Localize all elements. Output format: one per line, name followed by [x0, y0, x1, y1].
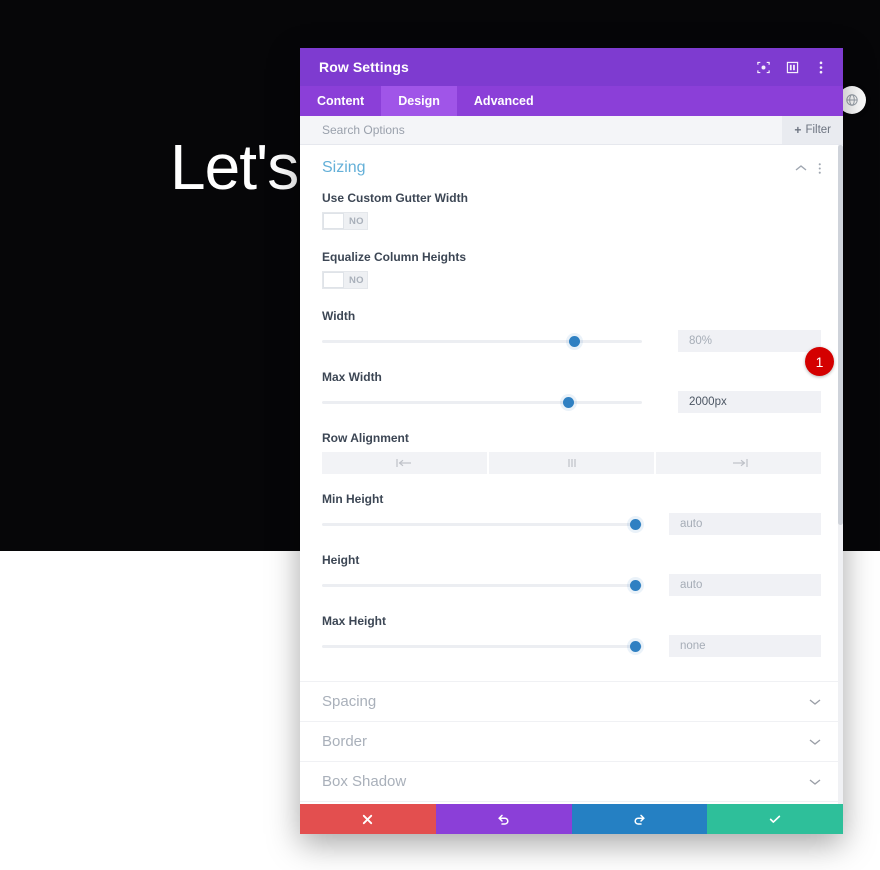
chevron-down-icon[interactable]	[809, 738, 821, 746]
field-height: Height auto	[322, 553, 821, 596]
section-box-shadow-label: Box Shadow	[322, 773, 407, 790]
slider-max-width[interactable]	[322, 396, 642, 408]
section-menu-vertical-dots-icon[interactable]	[818, 162, 822, 175]
field-min-height: Min Height auto	[322, 492, 821, 535]
align-center-icon[interactable]	[489, 452, 654, 474]
label-height: Height	[322, 553, 360, 567]
slider-rail	[322, 583, 642, 587]
label-max-height: Max Height	[322, 614, 387, 628]
value-max-height[interactable]: none	[669, 635, 821, 657]
field-width: Width 80%	[322, 309, 821, 352]
tab-design[interactable]: Design	[381, 86, 457, 116]
dialog-title: Row Settings	[319, 59, 409, 75]
align-right-icon[interactable]	[656, 452, 821, 474]
slider-rail	[322, 644, 642, 648]
section-spacing[interactable]: Spacing	[300, 681, 843, 721]
value-max-width[interactable]: 2000px	[678, 391, 821, 413]
dialog-header: Row Settings	[300, 48, 843, 86]
vertical-dots-icon[interactable]	[813, 59, 829, 75]
slider-rail	[322, 522, 642, 526]
chevron-down-icon[interactable]	[809, 698, 821, 706]
row-settings-dialog: Row Settings Content Design Advanced Sea…	[300, 48, 843, 834]
toggle-knob	[323, 213, 344, 229]
slider-height[interactable]	[322, 579, 642, 591]
slider-rail	[322, 339, 642, 343]
plus-icon: +	[794, 123, 802, 137]
hero-heading: Let's	[170, 131, 299, 203]
section-spacing-label: Spacing	[322, 693, 377, 710]
dialog-footer	[300, 804, 843, 834]
field-max-height: Max Height none	[322, 614, 821, 657]
value-width[interactable]: 80%	[678, 330, 821, 352]
section-border-label: Border	[322, 733, 368, 750]
dialog-body: Sizing Use Custom Gutter Width NO Equali…	[300, 145, 843, 804]
toggle-state-label: NO	[349, 274, 364, 286]
field-equalize-column-heights: Equalize Column Heights NO	[322, 250, 821, 293]
toggle-use-custom-gutter-width[interactable]: NO	[322, 212, 368, 230]
section-sizing-header[interactable]: Sizing	[322, 145, 821, 191]
label-use-custom-gutter-width: Use Custom Gutter Width	[322, 191, 468, 205]
toggle-equalize-column-heights[interactable]: NO	[322, 271, 368, 289]
panel-layout-icon[interactable]	[784, 59, 800, 75]
label-row-alignment: Row Alignment	[322, 431, 409, 445]
slider-handle[interactable]	[630, 579, 642, 591]
toggle-state-label: NO	[349, 215, 364, 227]
value-min-height[interactable]: auto	[669, 513, 821, 535]
dialog-header-actions	[755, 59, 829, 75]
label-width: Width	[322, 309, 356, 323]
section-filters[interactable]: Filters	[300, 801, 843, 804]
label-min-height: Min Height	[322, 492, 384, 506]
slider-handle[interactable]	[630, 640, 642, 652]
section-sizing: Sizing Use Custom Gutter Width NO Equali…	[300, 145, 843, 657]
filter-button[interactable]: + Filter	[782, 116, 843, 144]
chevron-down-icon[interactable]	[809, 778, 821, 786]
tab-advanced[interactable]: Advanced	[457, 86, 551, 116]
field-max-width: Max Width 2000px	[322, 370, 821, 413]
scrollbar-thumb[interactable]	[838, 145, 843, 525]
undo-button[interactable]	[435, 804, 572, 834]
redo-button[interactable]	[571, 804, 708, 834]
field-row-alignment: Row Alignment	[322, 431, 821, 474]
slider-handle[interactable]	[630, 518, 642, 530]
filter-label: Filter	[805, 124, 831, 136]
label-equalize-column-heights: Equalize Column Heights	[322, 250, 467, 264]
save-button[interactable]	[707, 804, 843, 834]
slider-rail	[322, 400, 642, 404]
scrollbar-track[interactable]	[838, 145, 843, 804]
chevron-up-icon[interactable]	[795, 164, 807, 172]
value-height[interactable]: auto	[669, 574, 821, 596]
annotation-badge: 1	[805, 347, 834, 376]
toggle-knob	[323, 272, 344, 288]
slider-width[interactable]	[322, 335, 642, 347]
section-sizing-title: Sizing	[322, 159, 366, 176]
align-left-icon[interactable]	[322, 452, 487, 474]
slider-handle[interactable]	[562, 396, 574, 408]
slider-max-height[interactable]	[322, 640, 642, 652]
slider-handle[interactable]	[569, 335, 581, 347]
section-box-shadow[interactable]: Box Shadow	[300, 761, 843, 801]
search-input[interactable]	[322, 123, 742, 137]
collapsed-sections: Spacing Border Box Shadow	[300, 681, 843, 804]
target-focus-icon[interactable]	[755, 59, 771, 75]
label-max-width: Max Width	[322, 370, 382, 384]
search-bar: + Filter	[300, 116, 843, 145]
cancel-button[interactable]	[300, 804, 436, 834]
slider-min-height[interactable]	[322, 518, 642, 530]
field-use-custom-gutter-width: Use Custom Gutter Width NO	[322, 191, 821, 234]
section-border[interactable]: Border	[300, 721, 843, 761]
dialog-tabs: Content Design Advanced	[300, 86, 843, 116]
tab-content[interactable]: Content	[300, 86, 381, 116]
